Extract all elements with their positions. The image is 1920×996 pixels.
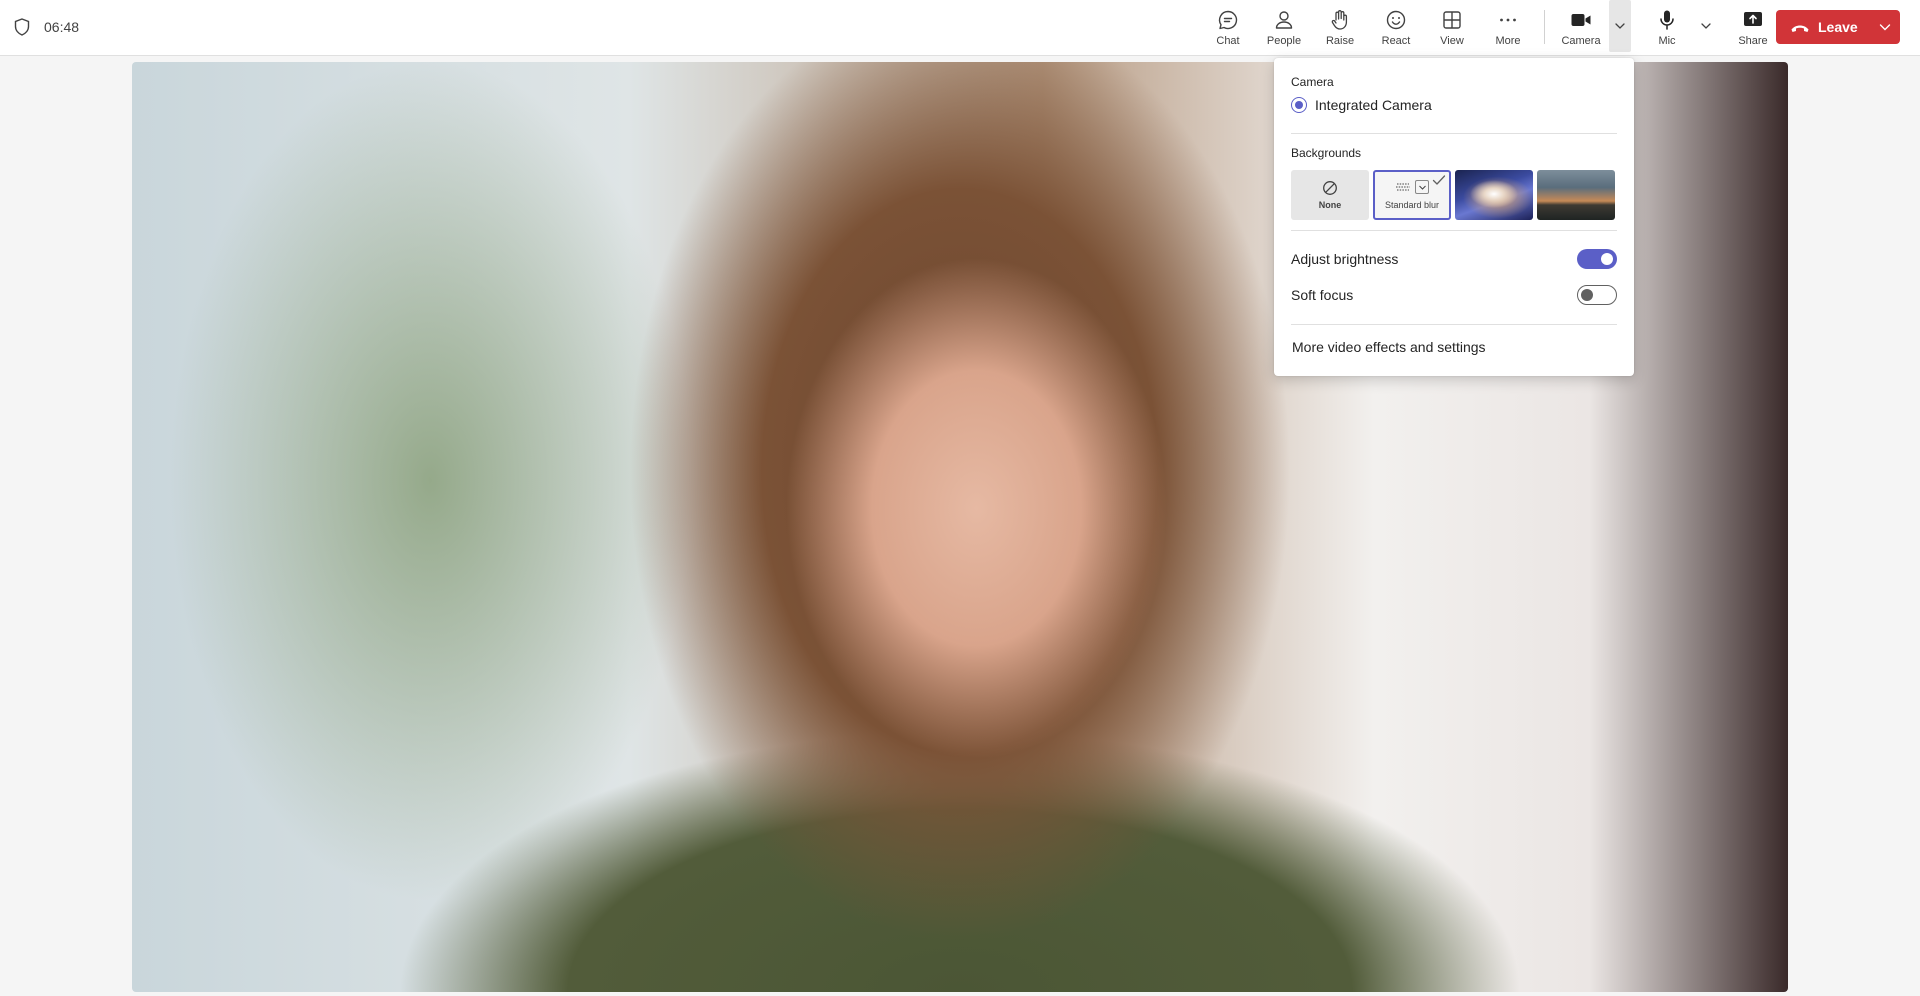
background-image-option-space[interactable]	[1455, 170, 1533, 220]
camera-device-option[interactable]: Integrated Camera	[1291, 97, 1432, 113]
chevron-down-icon	[1879, 24, 1891, 31]
mic-options-button[interactable]	[1695, 0, 1717, 52]
background-image-option-landscape[interactable]	[1537, 170, 1615, 220]
background-blur-label: Standard blur	[1384, 200, 1440, 210]
soft-focus-toggle[interactable]	[1577, 285, 1617, 305]
view-button[interactable]: View	[1424, 0, 1480, 54]
soft-focus-row: Soft focus	[1291, 283, 1617, 307]
smiley-icon	[1386, 10, 1406, 29]
leave-label: Leave	[1818, 19, 1858, 35]
backgrounds-section-title: Backgrounds	[1291, 146, 1362, 160]
shield-icon	[14, 18, 30, 36]
chevron-down-icon	[1615, 23, 1625, 29]
chevron-down-icon	[1418, 185, 1426, 190]
checkmark-icon	[1432, 175, 1446, 185]
grid-view-icon	[1443, 10, 1461, 29]
blur-options-dropdown[interactable]	[1415, 180, 1429, 194]
toolbar-divider	[1544, 10, 1545, 44]
adjust-brightness-toggle[interactable]	[1577, 249, 1617, 269]
camera-options-button[interactable]	[1609, 0, 1631, 52]
adjust-brightness-label: Adjust brightness	[1291, 251, 1399, 267]
microphone-icon	[1660, 10, 1674, 30]
menu-divider	[1291, 230, 1617, 231]
background-options: None Standard blur	[1291, 170, 1615, 220]
meeting-info: 06:48	[14, 0, 79, 54]
leave-options-button[interactable]	[1870, 10, 1900, 44]
view-label: View	[1440, 34, 1464, 47]
people-label: People	[1266, 34, 1302, 47]
more-label: More	[1495, 34, 1521, 47]
menu-divider	[1291, 133, 1617, 134]
hang-up-icon	[1791, 25, 1809, 32]
mic-label: Mic	[1658, 34, 1676, 47]
hand-icon	[1331, 9, 1348, 30]
menu-divider	[1291, 324, 1617, 325]
share-label: Share	[1738, 34, 1768, 47]
selected-radio-icon	[1291, 97, 1307, 113]
share-button[interactable]: Share	[1725, 0, 1781, 54]
more-button[interactable]: More	[1480, 0, 1536, 54]
share-screen-icon	[1744, 11, 1762, 26]
camera-options-menu: Camera Integrated Camera Backgrounds Non…	[1274, 58, 1634, 376]
background-none-label: None	[1318, 200, 1342, 210]
adjust-brightness-row: Adjust brightness	[1291, 247, 1617, 271]
people-icon	[1275, 10, 1293, 29]
blur-icons	[1395, 180, 1429, 194]
camera-toggle-button[interactable]: Camera	[1553, 0, 1609, 54]
camera-device-label: Integrated Camera	[1315, 97, 1432, 113]
chevron-down-icon	[1701, 23, 1711, 29]
prohibited-icon	[1323, 181, 1337, 195]
meeting-toolbar: 06:48 Chat People Raise React View More …	[0, 0, 1920, 56]
raise-hand-button[interactable]: Raise	[1312, 0, 1368, 54]
meeting-timer: 06:48	[44, 19, 80, 35]
chat-icon	[1218, 10, 1238, 29]
raise-label: Raise	[1325, 34, 1355, 47]
video-camera-icon	[1571, 13, 1591, 26]
people-button[interactable]: People	[1256, 0, 1312, 54]
react-button[interactable]: React	[1368, 0, 1424, 54]
chat-button[interactable]: Chat	[1200, 0, 1256, 54]
more-video-effects-link[interactable]: More video effects and settings	[1292, 339, 1486, 355]
chat-label: Chat	[1216, 34, 1240, 47]
leave-button-group: Leave	[1776, 10, 1900, 44]
leave-button[interactable]: Leave	[1776, 10, 1870, 44]
react-label: React	[1381, 34, 1411, 47]
more-dots-icon	[1500, 18, 1516, 21]
background-standard-blur-option[interactable]: Standard blur	[1373, 170, 1451, 220]
camera-label: Camera	[1561, 34, 1601, 47]
meeting-controls: Chat People Raise React View More Camera…	[1200, 0, 1781, 54]
background-none-option[interactable]: None	[1291, 170, 1369, 220]
mic-toggle-button[interactable]: Mic	[1639, 0, 1695, 54]
soft-focus-label: Soft focus	[1291, 287, 1354, 303]
camera-section-title: Camera	[1291, 75, 1334, 89]
blur-icon	[1396, 183, 1410, 191]
